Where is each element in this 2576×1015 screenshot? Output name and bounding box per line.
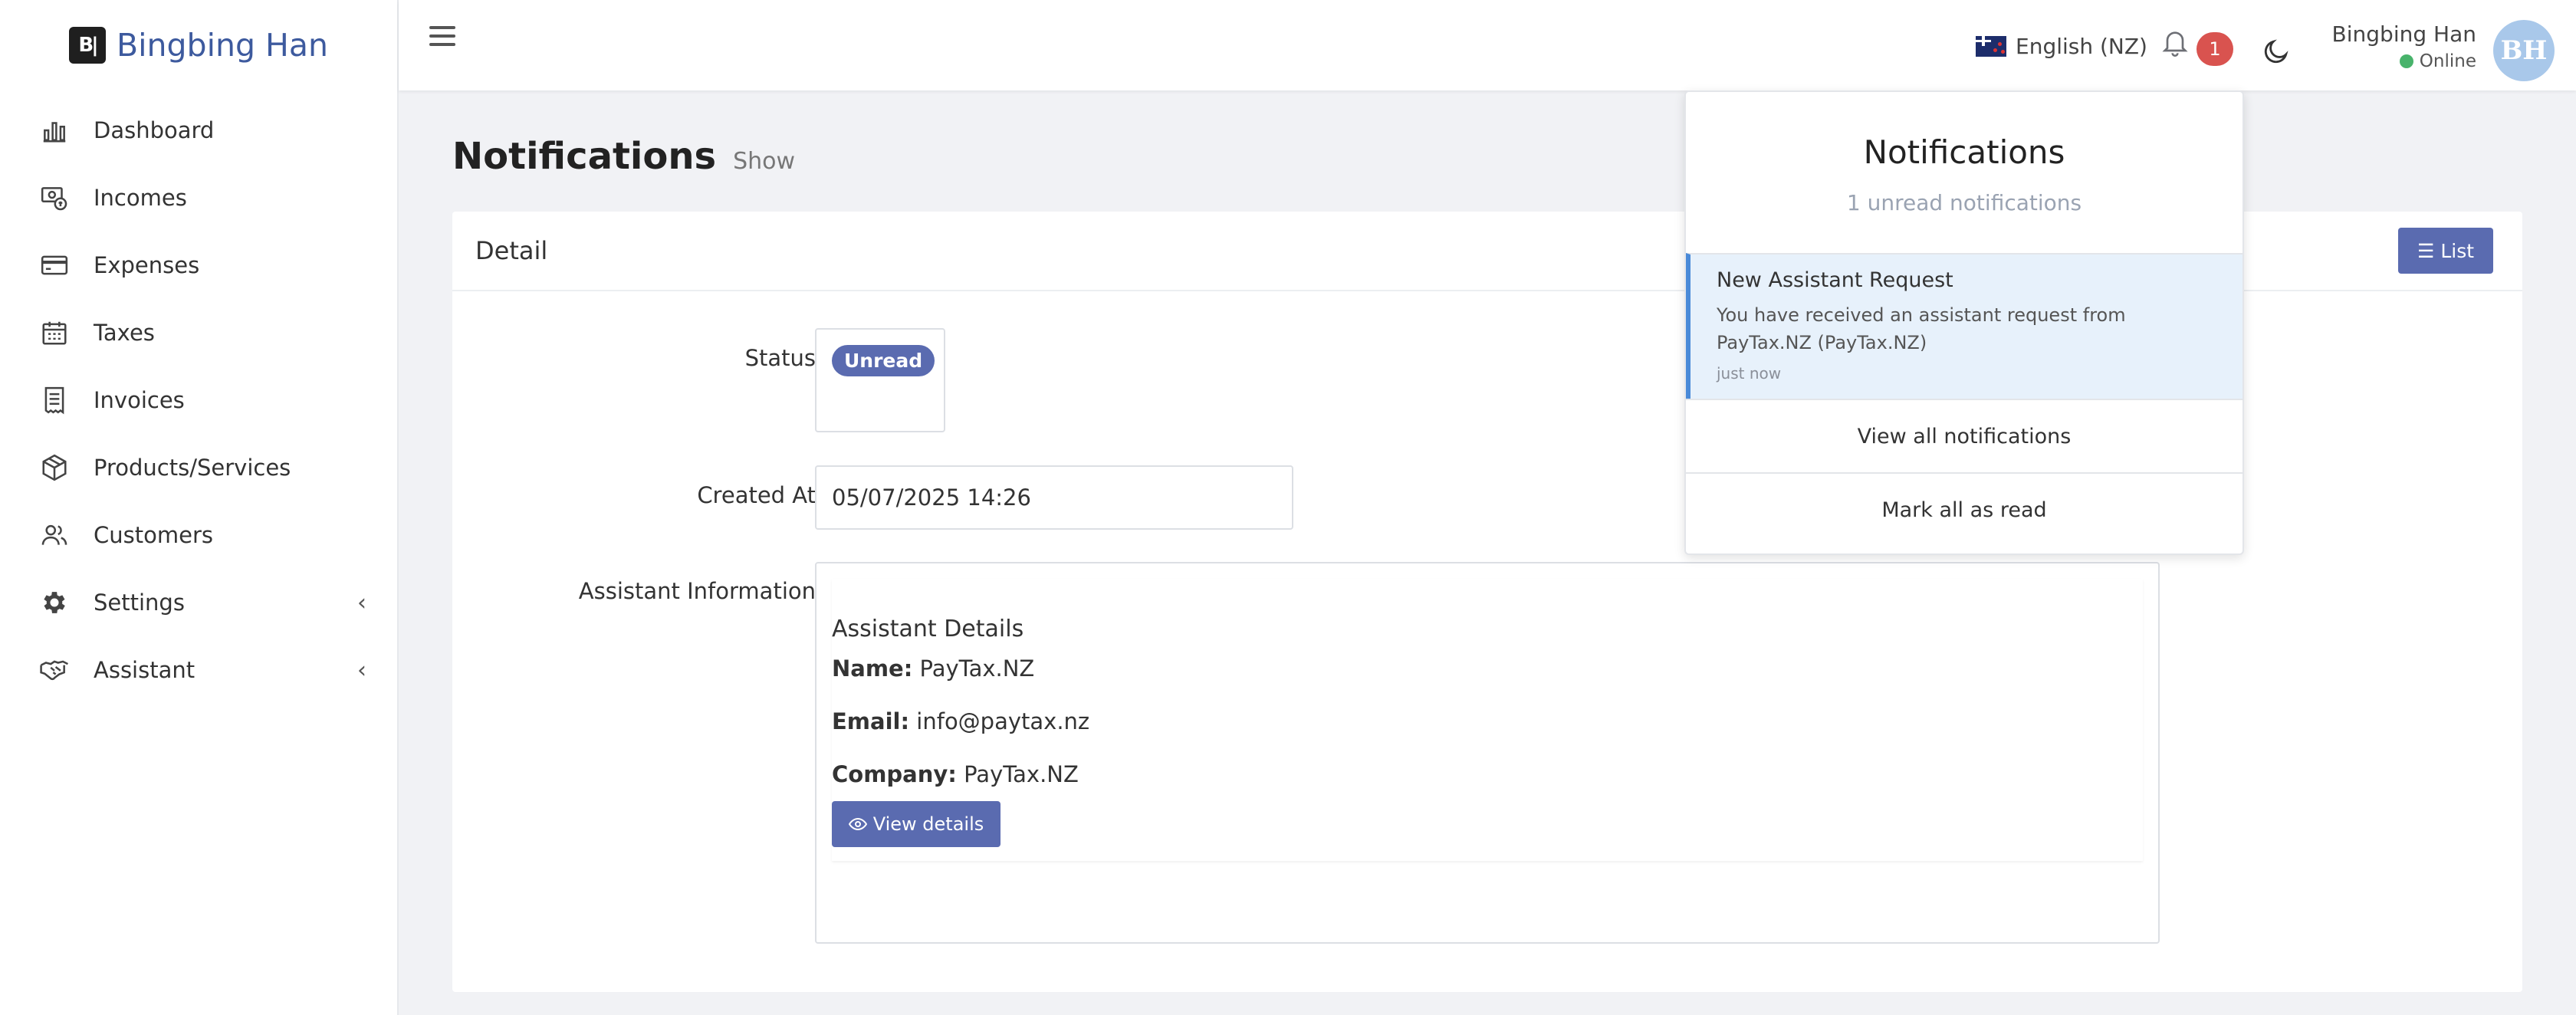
page-header: Notifications Show — [452, 135, 795, 178]
sidebar-item-invoices[interactable]: Invoices — [0, 366, 397, 434]
sidebar-item-expenses[interactable]: Expenses — [0, 232, 397, 299]
assistant-name: Name: PayTax.NZ — [832, 655, 1034, 682]
status-field: Unread — [815, 328, 945, 432]
credit-card-icon — [38, 249, 71, 281]
created-at-field[interactable]: 05/07/2025 14:26 — [815, 465, 1293, 530]
bar-chart-icon — [38, 114, 71, 146]
sidebar-item-label: Assistant — [94, 657, 196, 683]
sidebar-item-label: Settings — [94, 590, 185, 616]
bell-icon[interactable] — [2160, 26, 2190, 60]
sidebar-item-settings[interactable]: Settings ‹ — [0, 569, 397, 636]
assistant-details-title: Assistant Details — [832, 616, 1024, 642]
sidebar-item-label: Products/Services — [94, 455, 291, 481]
dropdown-title: Notifications — [1863, 133, 2065, 171]
assistant-company: Company: PayTax.NZ — [832, 761, 1079, 787]
list-button-label: List — [2440, 239, 2475, 262]
sidebar-item-assistant[interactable]: Assistant ‹ — [0, 636, 397, 704]
assistant-details-panel: Assistant Details Name: PayTax.NZ Email:… — [832, 579, 2143, 861]
created-at-label: Created At — [697, 482, 816, 508]
sidebar-item-taxes[interactable]: Taxes — [0, 299, 397, 366]
box-icon — [38, 452, 71, 484]
sidebar-item-products-services[interactable]: Products/Services — [0, 434, 397, 501]
handshake-icon — [38, 654, 71, 686]
sidebar-item-label: Expenses — [94, 252, 200, 278]
sidebar-item-label: Customers — [94, 522, 213, 548]
brand[interactable]: B| Bingbing Han — [0, 0, 397, 90]
user-status-label: Online — [2419, 51, 2476, 71]
notifications-dropdown: Notifications 1 unread notifications New… — [1684, 90, 2244, 555]
nz-flag-icon — [1976, 36, 2006, 57]
moon-icon[interactable] — [2262, 37, 2291, 66]
assistant-email: Email: info@paytax.nz — [832, 708, 1089, 734]
sidebar-item-label: Invoices — [94, 387, 185, 413]
menu-toggle-icon[interactable] — [429, 26, 455, 49]
status-label: Status — [744, 345, 816, 371]
notification-title: New Assistant Request — [1717, 268, 1953, 292]
user-menu[interactable]: Bingbing Han Online — [2332, 21, 2476, 71]
notification-time: just now — [1717, 364, 1782, 383]
sidebar-item-label: Incomes — [94, 185, 187, 211]
sidebar-item-label: Taxes — [94, 320, 155, 346]
notification-count-badge[interactable]: 1 — [2196, 32, 2233, 66]
eye-icon — [848, 817, 867, 831]
list-button[interactable]: ☰ List — [2398, 228, 2493, 274]
sidebar: B| Bingbing Han Dashboard Incomes Expens… — [0, 0, 399, 1015]
users-icon — [38, 519, 71, 551]
avatar[interactable]: BH — [2493, 20, 2555, 81]
status-badge: Unread — [832, 345, 935, 376]
page-subtitle: Show — [733, 148, 796, 175]
assistant-email-value: info@paytax.nz — [916, 708, 1090, 734]
assistant-company-value: PayTax.NZ — [964, 761, 1079, 787]
page-title: Notifications — [452, 135, 717, 178]
sidebar-item-label: Dashboard — [94, 117, 215, 143]
online-dot-icon — [2399, 54, 2413, 68]
user-status: Online — [2332, 51, 2476, 71]
view-details-button[interactable]: View details — [832, 801, 1001, 847]
assistant-company-label: Company: — [832, 761, 957, 787]
assistant-email-label: Email: — [832, 708, 910, 734]
assistant-name-label: Name: — [832, 655, 913, 682]
assistant-info-label: Assistant Information — [578, 578, 816, 604]
sidebar-item-incomes[interactable]: Incomes — [0, 164, 397, 232]
invoice-icon — [38, 384, 71, 416]
card-title: Detail — [475, 236, 548, 265]
brand-name: Bingbing Han — [117, 27, 328, 64]
language-label: English (NZ) — [2016, 34, 2147, 59]
mark-all-read-link[interactable]: Mark all as read — [1686, 472, 2242, 546]
list-icon: ☰ — [2417, 239, 2435, 262]
sidebar-nav: Dashboard Incomes Expenses Taxes Invoice… — [0, 97, 397, 704]
calendar-icon — [38, 317, 71, 349]
brand-logo: B| — [69, 27, 107, 64]
language-selector[interactable]: English (NZ) — [1976, 34, 2147, 59]
sidebar-item-dashboard[interactable]: Dashboard — [0, 97, 397, 164]
assistant-info-box: Assistant Details Name: PayTax.NZ Email:… — [815, 562, 2160, 944]
assistant-name-value: PayTax.NZ — [919, 655, 1035, 682]
user-name: Bingbing Han — [2331, 21, 2476, 47]
notification-item[interactable]: New Assistant Request You have received … — [1686, 253, 2242, 399]
money-icon — [38, 182, 71, 214]
chevron-left-icon: ‹ — [357, 656, 366, 684]
gear-icon — [38, 586, 71, 619]
view-all-notifications-link[interactable]: View all notifications — [1686, 399, 2242, 472]
notification-body: You have received an assistant request f… — [1717, 304, 2126, 353]
topbar: English (NZ) 1 Bingbing Han Online BH — [399, 0, 2576, 90]
dropdown-subtitle: 1 unread notifications — [1846, 190, 2082, 215]
chevron-left-icon: ‹ — [357, 589, 366, 616]
sidebar-item-customers[interactable]: Customers — [0, 501, 397, 569]
view-details-label: View details — [872, 813, 984, 835]
